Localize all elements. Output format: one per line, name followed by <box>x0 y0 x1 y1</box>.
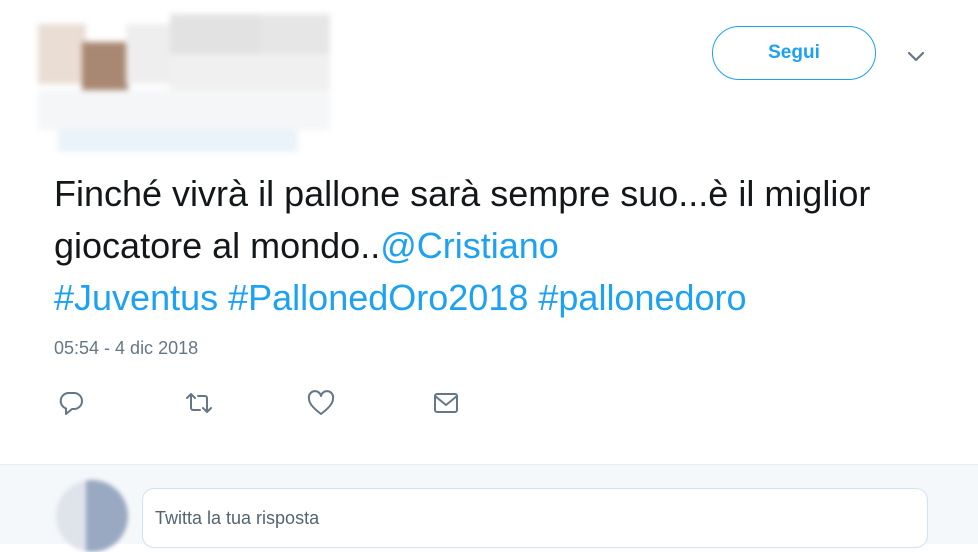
hashtag-link[interactable]: #pallonedoro <box>538 277 746 318</box>
reply-input[interactable] <box>142 488 928 548</box>
retweet-icon[interactable] <box>184 388 214 418</box>
tweet-text: Finché vivrà il pallone sarà sempre suo.… <box>54 168 934 324</box>
user-avatar <box>56 480 128 552</box>
profile-header-blurred <box>38 14 338 154</box>
tweet-timestamp[interactable]: 05:54 - 4 dic 2018 <box>54 338 198 359</box>
mention-link[interactable]: @Cristiano <box>380 225 559 266</box>
follow-button[interactable]: Segui <box>712 26 876 80</box>
heart-icon[interactable] <box>306 388 336 418</box>
tweet-actions <box>0 388 978 418</box>
hashtag-link[interactable]: #PallonedOro2018 <box>228 277 528 318</box>
chevron-down-icon[interactable] <box>904 44 928 68</box>
hashtag-link[interactable]: #Juventus <box>54 277 218 318</box>
envelope-icon[interactable] <box>431 388 461 418</box>
reply-icon[interactable] <box>56 388 86 418</box>
